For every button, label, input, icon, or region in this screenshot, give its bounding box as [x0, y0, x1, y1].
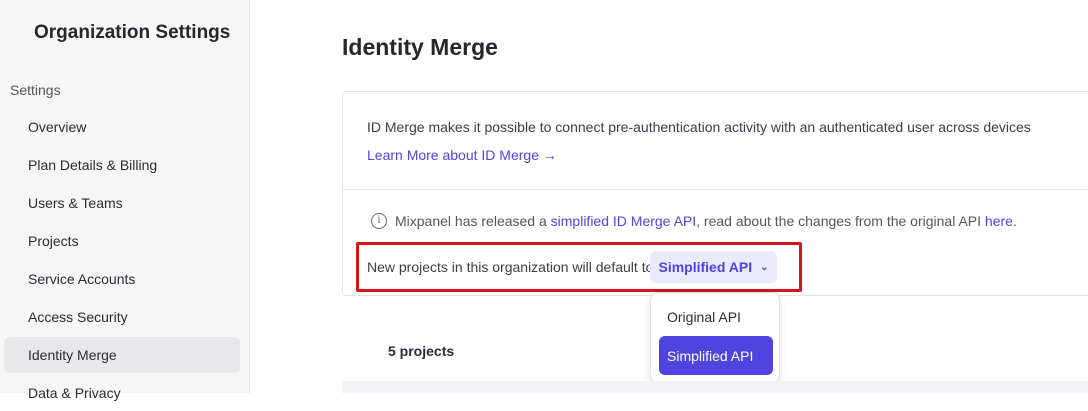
sidebar-item-label: Service Accounts: [28, 271, 136, 287]
info-text-middle: , read about the changes from the origin…: [696, 213, 985, 229]
sidebar-item-overview[interactable]: Overview: [4, 109, 240, 145]
page-title: Identity Merge: [342, 34, 498, 60]
default-api-label: New projects in this organization will d…: [367, 259, 654, 275]
menu-item-label: Simplified API: [667, 347, 754, 364]
here-link[interactable]: here: [985, 213, 1013, 229]
menu-item-label: Original API: [667, 308, 741, 325]
sidebar-item-label: Data & Privacy: [28, 385, 121, 401]
api-info-notice: i Mixpanel has released a simplified ID …: [371, 213, 1017, 229]
sidebar-item-plan-details-billing[interactable]: Plan Details & Billing: [4, 147, 240, 183]
card-divider: [343, 189, 1088, 190]
sidebar-item-identity-merge[interactable]: Identity Merge: [4, 337, 240, 373]
simplified-api-link[interactable]: simplified ID Merge API: [551, 213, 697, 229]
sidebar-item-label: Projects: [28, 233, 79, 249]
sidebar-item-label: Identity Merge: [28, 347, 117, 363]
sidebar-item-label: Plan Details & Billing: [28, 157, 158, 173]
sidebar-item-data-privacy[interactable]: Data & Privacy: [4, 375, 240, 411]
default-api-dropdown[interactable]: Simplified API ⌄: [650, 251, 777, 283]
sidebar-title: Organization Settings: [34, 22, 231, 43]
chevron-down-icon: ⌄: [760, 261, 769, 273]
projects-table-header: [342, 381, 1088, 393]
sidebar-item-access-security[interactable]: Access Security: [4, 299, 240, 335]
sidebar: Organization Settings Settings Overview …: [0, 0, 250, 401]
sidebar-item-label: Users & Teams: [28, 195, 123, 211]
sidebar-item-label: Overview: [28, 119, 87, 135]
info-text-prefix: Mixpanel has released a: [395, 213, 551, 229]
sidebar-item-service-accounts[interactable]: Service Accounts: [4, 261, 240, 297]
sidebar-item-projects[interactable]: Projects: [4, 223, 240, 259]
menu-item-original-api[interactable]: Original API: [659, 297, 773, 336]
dropdown-selected-value: Simplified API: [658, 259, 753, 275]
projects-count: 5 projects: [388, 343, 455, 359]
learn-more-link[interactable]: Learn More about ID Merge →: [367, 147, 557, 163]
id-merge-description: ID Merge makes it possible to connect pr…: [367, 119, 1031, 135]
sidebar-section-label: Settings: [10, 82, 61, 98]
menu-item-simplified-api[interactable]: Simplified API: [659, 336, 773, 375]
sidebar-item-users-teams[interactable]: Users & Teams: [4, 185, 240, 221]
info-icon: i: [371, 213, 387, 229]
info-text-suffix: .: [1012, 213, 1017, 229]
default-api-menu: Original API Simplified API: [650, 292, 780, 383]
sidebar-item-label: Access Security: [28, 309, 128, 325]
